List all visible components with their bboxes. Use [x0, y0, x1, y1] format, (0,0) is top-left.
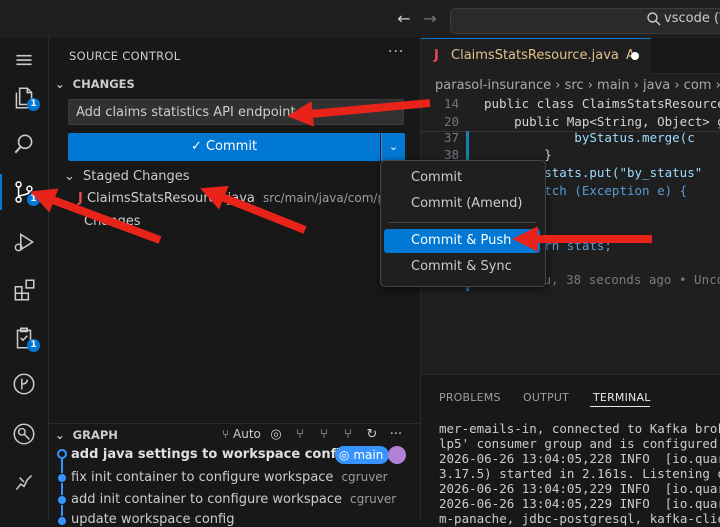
- testing-badge: 1: [27, 339, 40, 352]
- back-arrow-icon[interactable]: ←: [394, 8, 414, 30]
- staged-file-name: ClaimsStatsResource.java: [86, 191, 255, 206]
- graph-row-author: cgruver: [350, 492, 397, 506]
- graph-row[interactable]: fix init container to configure workspac…: [71, 470, 388, 485]
- more-actions-icon[interactable]: ···: [388, 44, 404, 60]
- graph-row-message: fix init container to configure workspac…: [71, 470, 334, 485]
- menu-item-commit-amend[interactable]: Commit (Amend): [384, 192, 540, 216]
- staged-changes-header[interactable]: ⌄ Staged Changes: [64, 169, 190, 184]
- unsaved-dot-icon[interactable]: [631, 52, 639, 60]
- search-view-icon[interactable]: [8, 128, 40, 160]
- java-file-icon: J: [78, 191, 83, 206]
- menu-icon[interactable]: [8, 44, 40, 76]
- tab-output[interactable]: OUTPUT: [523, 391, 569, 404]
- line-number: 37: [443, 130, 459, 145]
- extensions-icon[interactable]: [8, 274, 40, 306]
- forward-arrow-icon[interactable]: →: [420, 8, 440, 30]
- pull-icon[interactable]: ⑂: [316, 427, 332, 443]
- changes-section-label: CHANGES: [72, 77, 135, 91]
- staged-changes-label: Staged Changes: [83, 169, 190, 184]
- graph-row-author: cgruver: [341, 470, 388, 484]
- tab-problems[interactable]: PROBLEMS: [439, 391, 501, 404]
- commit-button[interactable]: ✓ Commit: [68, 133, 380, 161]
- line-number: 20: [443, 114, 459, 129]
- tab-title: ClaimsStatsResource.java A: [451, 48, 635, 63]
- more-actions-icon[interactable]: ···: [388, 427, 404, 443]
- graph-section-label: GRAPH: [72, 428, 118, 442]
- cloud-icon: [388, 446, 406, 464]
- changes-section-header[interactable]: ⌄ CHANGES: [55, 77, 135, 91]
- tab-file-name: ClaimsStatsResource.java: [451, 48, 619, 63]
- branch-badge-label: main: [353, 448, 384, 462]
- remote-explorer-icon[interactable]: [8, 418, 40, 450]
- testing-icon[interactable]: 1: [8, 322, 40, 354]
- line-number: 14: [443, 96, 459, 111]
- graph-row-message: add init container to configure workspac…: [71, 492, 343, 507]
- code-line: public Map<String, Object> ge: [484, 114, 720, 129]
- inline-blame: ou, 38 seconds ago • Unco: [536, 272, 720, 287]
- chevron-down-icon: ⌄: [388, 140, 399, 153]
- graph-auto-label: Auto: [233, 427, 261, 441]
- graph-node: [57, 449, 67, 459]
- menu-item-commit-push[interactable]: Commit & Push: [384, 229, 540, 253]
- graph-section-header[interactable]: ⌄ GRAPH: [55, 428, 118, 442]
- code-line: public class ClaimsStatsResource: [484, 96, 720, 111]
- changes-subsection[interactable]: Changes: [84, 214, 141, 229]
- menu-item-commit-sync[interactable]: Commit & Sync: [384, 255, 540, 279]
- search-icon: [647, 12, 661, 26]
- graph-row[interactable]: add java settings to workspace config...: [71, 447, 364, 462]
- target-icon[interactable]: ◎: [268, 427, 284, 443]
- target-icon: ◎: [339, 448, 350, 462]
- java-file-icon: J: [434, 48, 439, 63]
- active-view-indicator: [0, 174, 2, 210]
- terminal-line: 2026-06-26 13:04:05,229 INFO [io.quark: [439, 481, 720, 496]
- terminal-line: 2026-06-26 13:04:05,228 INFO [io.quark: [439, 451, 720, 466]
- graph-line: [61, 452, 63, 520]
- chevron-down-icon: ⌄: [55, 77, 65, 91]
- commit-button-label: Commit: [205, 139, 258, 154]
- graph-node: [57, 473, 67, 483]
- fetch-icon[interactable]: ⑂: [292, 427, 308, 443]
- menu-divider: [388, 222, 536, 223]
- source-control-badge: 1: [27, 193, 40, 206]
- graph-node: [57, 516, 67, 526]
- commit-dropdown-button[interactable]: ⌄: [381, 133, 405, 161]
- menu-item-commit[interactable]: Commit: [384, 166, 540, 190]
- graph-node: [57, 495, 67, 505]
- terminal-line: lp5' consumer group and is configured t: [439, 436, 720, 451]
- graph-divider: [49, 423, 420, 424]
- breadcrumb[interactable]: parasol-insurance › src › main › java › …: [435, 78, 720, 93]
- terminal-line: mer-emails-in, connected to Kafka broke: [439, 421, 720, 436]
- code-line: byStatus.merge(c: [484, 130, 695, 145]
- active-tab-indicator: [590, 406, 650, 407]
- refresh-icon[interactable]: ↻: [364, 427, 380, 443]
- check-icon: ✓: [190, 139, 202, 154]
- branch-icon: ⑂: [222, 427, 230, 441]
- chevron-down-icon: ⌄: [55, 428, 65, 442]
- terminal-line: m-panache, jdbc-postgresql, kafka-clien: [439, 511, 720, 526]
- staged-file-item[interactable]: J ClaimsStatsResource.java src/main/java…: [78, 191, 416, 206]
- graph-row[interactable]: add init container to configure workspac…: [71, 492, 396, 507]
- tab-terminal[interactable]: TERMINAL: [593, 391, 651, 404]
- branch-badge: ◎ main: [335, 446, 390, 464]
- explorer-icon[interactable]: 1: [8, 82, 40, 114]
- sidebar-title: SOURCE CONTROL: [69, 49, 181, 63]
- chevron-down-icon: ⌄: [64, 169, 75, 184]
- push-icon[interactable]: ⑂: [340, 427, 356, 443]
- run-debug-icon[interactable]: [8, 226, 40, 258]
- source-control-icon[interactable]: 1: [8, 176, 40, 208]
- command-center-label: vscode (W: [664, 11, 720, 26]
- terminal-line: 2026-06-26 13:04:05,229 INFO [io.quark: [439, 496, 720, 511]
- terminal-line: 3.17.5) started in 2.161s. Listening on: [439, 466, 720, 481]
- tab-strip: [651, 38, 720, 74]
- commit-message-input[interactable]: Add claims statistics API endpoint: [68, 99, 404, 125]
- kubernetes-icon[interactable]: [8, 466, 40, 498]
- git-graph-icon[interactable]: [8, 368, 40, 400]
- explorer-badge: 1: [27, 98, 40, 111]
- graph-row-message: add java settings to workspace config...: [71, 447, 365, 462]
- graph-auto-toggle[interactable]: ⑂ Auto: [222, 427, 261, 441]
